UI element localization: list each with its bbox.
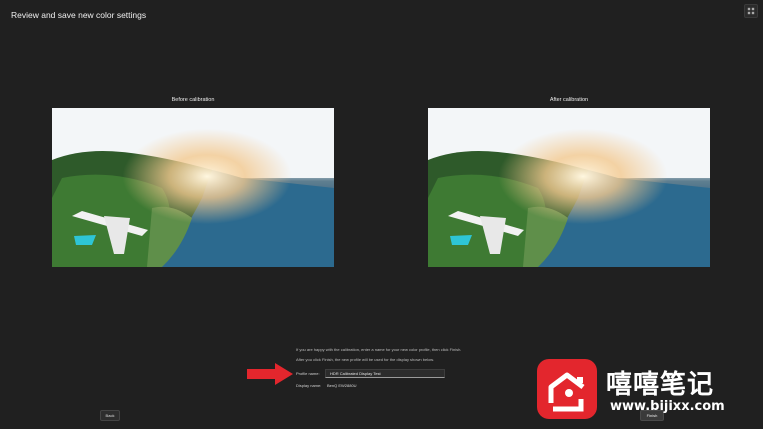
after-calibration-label: After calibration: [549, 97, 589, 103]
red-arrow-icon: [247, 363, 293, 385]
watermark-logo-icon: [537, 359, 597, 419]
before-calibration-label: Before calibration: [171, 97, 215, 103]
snap-icon: [747, 7, 755, 15]
snap-button[interactable]: [744, 4, 758, 18]
instruction-text-2: After you click Finish, the new profile …: [296, 357, 435, 362]
display-name-label: Display name:: [296, 383, 322, 388]
page-title: Review and save new color settings: [11, 10, 147, 20]
before-calibration-image: [52, 108, 334, 267]
display-name-value: BenQ EW2880U: [327, 383, 357, 388]
watermark-text: 嘻嘻笔记: [606, 370, 715, 400]
profile-name-input[interactable]: HDR Calibrated Display Test: [325, 369, 445, 378]
back-button[interactable]: Back: [100, 410, 120, 421]
watermark-url: www.bijixx.com: [610, 399, 725, 414]
instruction-text-1: If you are happy with the calibration, e…: [296, 347, 462, 352]
profile-name-label: Profile name:: [296, 371, 320, 376]
after-calibration-image: [428, 108, 710, 267]
